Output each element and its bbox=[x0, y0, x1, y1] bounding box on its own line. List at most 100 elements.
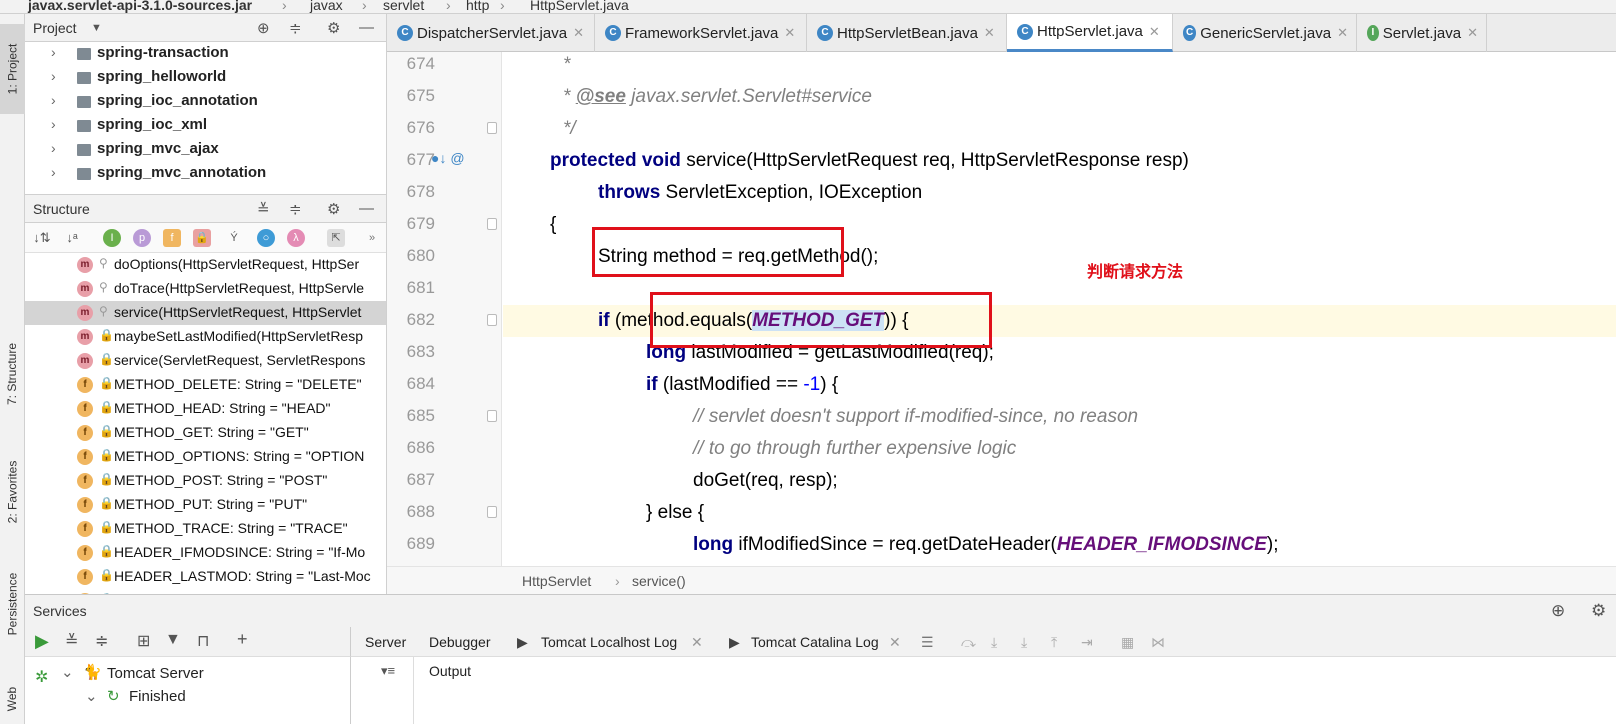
tab-tomcat-catalina-log[interactable]: Tomcat Catalina Log bbox=[751, 634, 879, 650]
structure-item[interactable]: m ⚲ service(HttpServletRequest, HttpServle… bbox=[25, 301, 386, 325]
chevron-down-icon[interactable]: ⌄ bbox=[61, 663, 74, 681]
structure-item[interactable]: f 🔒 METHOD_POST: String = "POST" bbox=[25, 469, 386, 493]
tab-server[interactable]: Server bbox=[365, 634, 406, 650]
tool-tab-structure[interactable]: 7: Structure bbox=[0, 324, 25, 424]
show-non-public-icon[interactable]: 🔒 bbox=[193, 229, 211, 247]
tab-frameworkservlet[interactable]: C FrameworkServlet.java ✕ bbox=[595, 14, 807, 52]
force-step-into-icon[interactable]: ⤓ bbox=[1021, 634, 1027, 651]
breadcrumb-item-http[interactable]: http bbox=[466, 0, 489, 13]
target-icon[interactable]: ⊕ bbox=[1551, 601, 1565, 621]
chevron-right-icon[interactable]: › bbox=[51, 68, 56, 84]
trace-icon[interactable]: ⋈ bbox=[1151, 634, 1165, 651]
service-finished[interactable]: Finished bbox=[129, 688, 186, 705]
close-icon[interactable]: ✕ bbox=[1467, 25, 1478, 41]
chevron-down-icon[interactable]: ▼ bbox=[91, 22, 102, 34]
close-icon[interactable]: ✕ bbox=[1149, 24, 1160, 40]
gear-icon[interactable]: ⚙ bbox=[327, 19, 340, 37]
chevron-right-icon[interactable]: › bbox=[51, 116, 56, 132]
collapse-icon[interactable]: ≑ bbox=[289, 19, 302, 37]
step-over-icon[interactable]: ⤼ bbox=[961, 634, 976, 651]
structure-item[interactable]: m ⚲ doTrace(HttpServletRequest, HttpServle bbox=[25, 277, 386, 301]
close-icon[interactable]: ✕ bbox=[691, 634, 703, 651]
menu-icon[interactable]: ☰ bbox=[921, 634, 934, 651]
debug-icon[interactable]: ✲ bbox=[35, 667, 48, 687]
chevron-down-icon[interactable]: ⌄ bbox=[85, 687, 98, 705]
tool-tab-web[interactable]: Web bbox=[0, 679, 25, 719]
filter-icon[interactable]: ▼ bbox=[165, 631, 181, 649]
tab-httpservlet[interactable]: C HttpServlet.java ✕ bbox=[1007, 14, 1173, 52]
tool-tab-favorites[interactable]: 2: Favorites bbox=[0, 444, 25, 539]
add-icon[interactable]: + bbox=[237, 629, 248, 650]
tab-genericservlet[interactable]: C GenericServlet.java ✕ bbox=[1173, 14, 1357, 52]
fold-marker-icon[interactable] bbox=[487, 506, 497, 518]
step-out-icon[interactable]: ⤒ bbox=[1051, 634, 1057, 651]
structure-item[interactable]: m 🔒 service(ServletRequest, ServletRespons bbox=[25, 349, 386, 373]
structure-item[interactable]: f 🔒 METHOD_PUT: String = "PUT" bbox=[25, 493, 386, 517]
fold-marker-icon[interactable] bbox=[487, 314, 497, 326]
collapse-all-icon[interactable]: ≑ bbox=[289, 200, 302, 218]
tab-debugger[interactable]: Debugger bbox=[429, 634, 491, 650]
run-to-cursor-icon[interactable]: ⇥ bbox=[1081, 634, 1093, 651]
tab-dispatcherservlet[interactable]: C DispatcherServlet.java ✕ bbox=[387, 14, 595, 52]
sort-by-visibility-icon[interactable]: ↓⇅ bbox=[33, 229, 51, 247]
gear-icon[interactable]: ⚙ bbox=[1591, 601, 1606, 621]
close-icon[interactable]: ✕ bbox=[573, 25, 584, 41]
close-icon[interactable]: ✕ bbox=[1337, 25, 1348, 41]
chevron-right-icon[interactable]: › bbox=[51, 92, 56, 108]
tree-item[interactable]: › spring_ioc_annotation bbox=[25, 90, 386, 114]
output-menu-icon[interactable]: ▾≡ bbox=[381, 663, 395, 679]
locate-icon[interactable]: ⊕ bbox=[257, 19, 270, 37]
breadcrumb-item-javax[interactable]: javax bbox=[310, 0, 343, 13]
group-icon[interactable]: ⊞ bbox=[137, 631, 150, 651]
tab-servlet[interactable]: I Servlet.java ✕ bbox=[1357, 14, 1487, 52]
show-lambdas-icon[interactable]: λ bbox=[287, 229, 305, 247]
fold-marker-icon[interactable] bbox=[487, 218, 497, 230]
more-icon[interactable]: » bbox=[363, 229, 381, 247]
chevron-right-icon[interactable]: › bbox=[51, 140, 56, 156]
structure-item[interactable]: f 🔒 METHOD_DELETE: String = "DELETE" bbox=[25, 373, 386, 397]
structure-item[interactable]: f 🔒 METHOD_TRACE: String = "TRACE" bbox=[25, 517, 386, 541]
close-icon[interactable]: ✕ bbox=[784, 25, 795, 41]
fold-marker-icon[interactable] bbox=[487, 410, 497, 422]
tree-item[interactable]: › spring_mvc_ajax bbox=[25, 138, 386, 162]
minimize-icon[interactable]: — bbox=[359, 19, 374, 36]
chevron-right-icon[interactable]: › bbox=[51, 164, 56, 180]
gear-icon[interactable]: ⚙ bbox=[327, 200, 340, 218]
breadcrumb-item-file[interactable]: HttpServlet.java bbox=[530, 0, 629, 13]
structure-item[interactable]: f 🔒 METHOD_GET: String = "GET" bbox=[25, 421, 386, 445]
tree-item[interactable]: › spring_mvc_annotation bbox=[25, 162, 386, 186]
structure-item[interactable]: f 🔒 METHOD_OPTIONS: String = "OPTION bbox=[25, 445, 386, 469]
show-hierarchy-icon[interactable]: Ý bbox=[225, 229, 243, 247]
tree-item[interactable]: › spring_helloworld bbox=[25, 66, 386, 90]
editor-breadcrumb-class[interactable]: HttpServlet bbox=[522, 573, 591, 589]
show-inherited-icon[interactable]: I bbox=[103, 229, 121, 247]
code-editor[interactable]: 674 675 676 677 678 679 680 681 682 683 … bbox=[387, 52, 1616, 566]
minimize-icon[interactable]: — bbox=[359, 200, 374, 217]
close-icon[interactable]: ✕ bbox=[984, 25, 995, 41]
show-properties-icon[interactable]: p bbox=[133, 229, 151, 247]
tree-item[interactable]: › spring_ioc_xml bbox=[25, 114, 386, 138]
editor-breadcrumb-method[interactable]: service() bbox=[632, 573, 686, 589]
expand-all-icon[interactable]: ≚ bbox=[65, 631, 78, 651]
evaluate-icon[interactable]: ▦ bbox=[1121, 634, 1134, 651]
sort-alphabetically-icon[interactable]: ↓ᵃ bbox=[63, 229, 81, 247]
service-tomcat-server[interactable]: Tomcat Server bbox=[107, 665, 204, 682]
structure-item[interactable]: m 🔒 maybeSetLastModified(HttpServletResp bbox=[25, 325, 386, 349]
fold-marker-icon[interactable] bbox=[487, 122, 497, 134]
chevron-right-icon[interactable]: › bbox=[51, 44, 56, 60]
breadcrumb-jar[interactable]: javax.servlet-api-3.1.0-sources.jar bbox=[28, 0, 252, 13]
project-panel-title[interactable]: Project bbox=[33, 20, 77, 36]
tool-tab-project[interactable]: 1: Project bbox=[0, 24, 25, 114]
structure-item[interactable]: f 🔒 HEADER_LASTMOD: String = "Last-Moc bbox=[25, 565, 386, 589]
tool-tab-persistence[interactable]: Persistence bbox=[0, 559, 25, 649]
autoscroll-icon[interactable]: ⇱ bbox=[327, 229, 345, 247]
close-icon[interactable]: ✕ bbox=[889, 634, 901, 651]
expand-all-icon[interactable]: ≚ bbox=[257, 200, 270, 218]
structure-item[interactable]: m ⚲ doOptions(HttpServletRequest, HttpSer bbox=[25, 253, 386, 277]
tree-item[interactable]: › spring-transaction bbox=[25, 42, 386, 66]
show-anonymous-icon[interactable]: ○ bbox=[257, 229, 275, 247]
step-into-icon[interactable]: ⤓ bbox=[991, 634, 997, 651]
override-marker-icon[interactable]: ●↓ @ bbox=[431, 150, 465, 166]
tab-httpservletbean[interactable]: C HttpServletBean.java ✕ bbox=[807, 14, 1007, 52]
show-fields-icon[interactable]: f bbox=[163, 229, 181, 247]
